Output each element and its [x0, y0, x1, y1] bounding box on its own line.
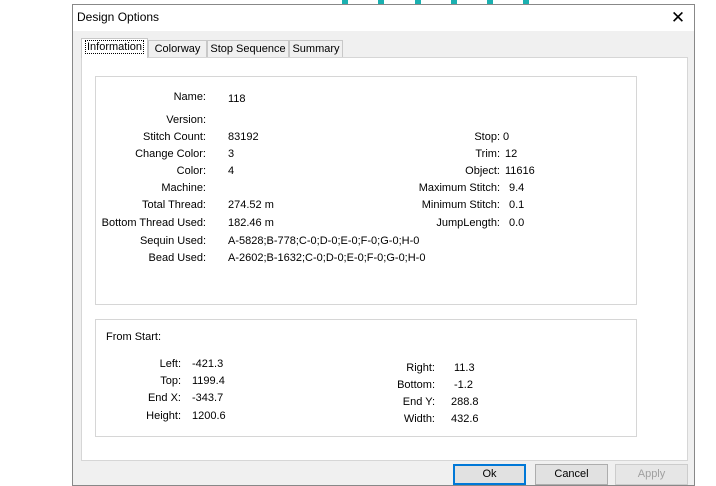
color-value: 4	[228, 165, 235, 177]
end-y-label: End Y:	[402, 396, 435, 408]
right-label: Right:	[406, 362, 435, 374]
end-x-value: -343.7	[192, 392, 224, 404]
from-start-heading: From Start:	[106, 331, 162, 343]
jump-length-value: 0.0	[509, 217, 525, 229]
top-label: Top:	[160, 375, 181, 387]
machine-label: Machine:	[161, 182, 206, 194]
tab-summary[interactable]: Summary	[289, 40, 343, 57]
name-label: Name:	[173, 91, 206, 103]
tab-information[interactable]: Information	[81, 38, 148, 58]
total-thread-label: Total Thread:	[141, 199, 206, 211]
height-label: Height:	[146, 410, 181, 422]
right-value: 11.3	[454, 362, 475, 374]
max-stitch-value: 9.4	[509, 182, 525, 194]
jump-length-label: JumpLength:	[436, 217, 500, 229]
sequin-used-label: Sequin Used:	[139, 235, 206, 247]
stop-value: 0	[503, 131, 510, 143]
name-value: 118	[228, 93, 246, 105]
info-groupbox: Name: 118 Version: Stitch Count: 83192 C…	[95, 76, 637, 305]
apply-button[interactable]: Apply	[615, 464, 688, 485]
tab-stop-sequence[interactable]: Stop Sequence	[207, 40, 289, 57]
min-stitch-value: 0.1	[509, 199, 525, 211]
end-x-label: End X:	[147, 392, 181, 404]
bottom-thread-label: Bottom Thread Used:	[101, 217, 206, 229]
stop-label: Stop:	[474, 131, 500, 143]
color-label: Color:	[176, 165, 206, 177]
width-value: 432.6	[451, 413, 479, 425]
cancel-button[interactable]: Cancel	[535, 464, 608, 485]
total-thread-value: 274.52 m	[228, 199, 274, 211]
left-label: Left:	[159, 358, 181, 370]
bottom-label: Bottom:	[397, 379, 435, 391]
bottom-thread-value: 182.46 m	[228, 217, 274, 229]
width-label: Width:	[403, 413, 435, 425]
bead-used-value: A-2602;B-1632;C-0;D-0;E-0;F-0;G-0;H-0	[228, 252, 426, 264]
design-options-dialog: Design Options ✕ Information Colorway St…	[72, 4, 695, 486]
trim-value: 12	[505, 148, 518, 160]
stitch-count-label: Stitch Count:	[143, 131, 206, 143]
stitch-count-value: 83192	[228, 131, 259, 143]
ok-button[interactable]: Ok	[453, 464, 526, 485]
dialog-title: Design Options	[77, 10, 160, 24]
bottom-value: -1.2	[454, 379, 473, 391]
bead-used-label: Bead Used:	[148, 252, 206, 264]
min-stitch-label: Minimum Stitch:	[421, 199, 500, 211]
tab-colorway[interactable]: Colorway	[148, 40, 207, 57]
title-bar: Design Options ✕	[73, 5, 694, 31]
object-value: 11616	[505, 165, 535, 177]
end-y-value: 288.8	[451, 396, 479, 408]
from-start-groupbox: From Start: Left: -421.3 Top: 1199.4 End…	[95, 319, 637, 437]
trim-label: Trim:	[475, 148, 500, 160]
object-label: Object:	[465, 165, 500, 177]
change-color-value: 3	[228, 148, 235, 160]
version-label: Version:	[166, 114, 206, 126]
close-icon[interactable]: ✕	[666, 7, 690, 29]
max-stitch-label: Maximum Stitch:	[418, 182, 500, 194]
left-value: -421.3	[192, 358, 224, 370]
change-color-label: Change Color:	[135, 148, 206, 160]
top-value: 1199.4	[192, 375, 225, 387]
height-value: 1200.6	[192, 410, 226, 422]
sequin-used-value: A-5828;B-778;C-0;D-0;E-0;F-0;G-0;H-0	[228, 235, 420, 247]
information-panel: Name: 118 Version: Stitch Count: 83192 C…	[81, 57, 688, 461]
